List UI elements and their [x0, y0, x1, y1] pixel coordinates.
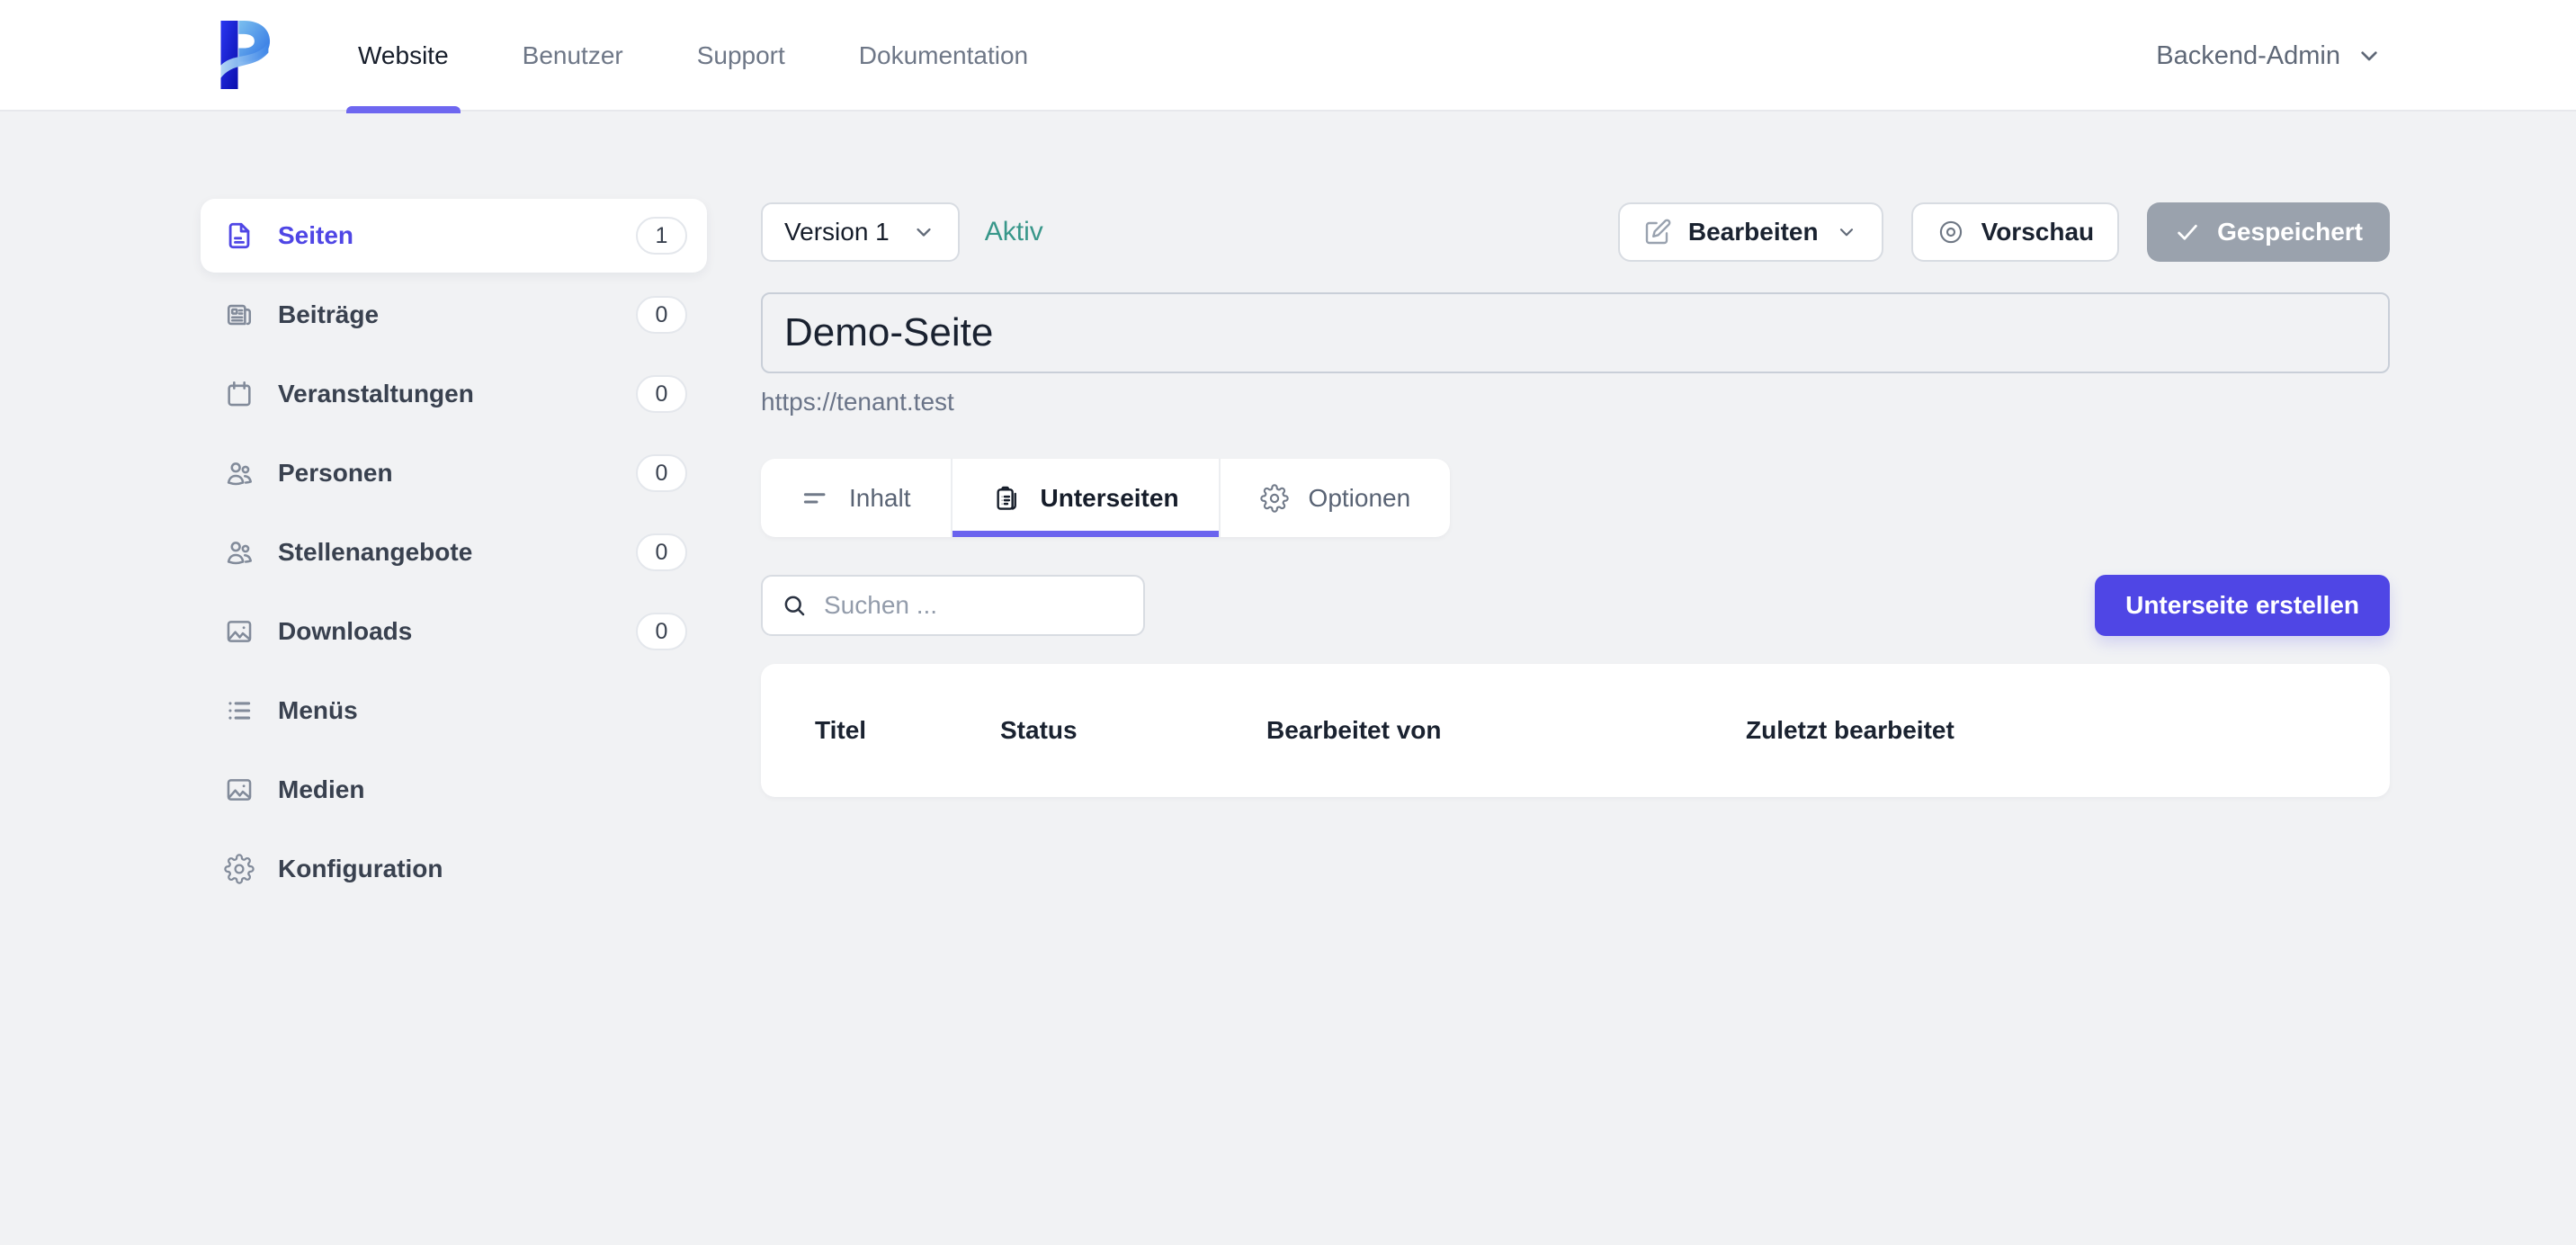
- sidebar-item-seiten[interactable]: Seiten 1: [201, 199, 707, 273]
- subpage-actions: Unterseite erstellen: [761, 575, 2390, 636]
- count-badge: 1: [636, 217, 687, 255]
- count-badge: 0: [636, 296, 687, 334]
- tab-bar: Inhalt Unterseiten Optionen: [761, 459, 1450, 537]
- chevron-down-icon: [2355, 41, 2384, 70]
- users-icon: [224, 458, 255, 488]
- nav-item-label: Support: [697, 41, 785, 70]
- sidebar: Seiten 1 Beiträge 0 Veranstaltungen 0 Pe…: [201, 199, 707, 911]
- top-header: Website Benutzer Support Dokumentation B…: [0, 0, 2576, 112]
- sidebar-item-label: Veranstaltungen: [278, 380, 474, 408]
- newspaper-icon: [224, 300, 255, 330]
- tab-optionen[interactable]: Optionen: [1221, 459, 1451, 537]
- toolbar-actions: Bearbeiten Vorschau Gespeichert: [1618, 202, 2390, 262]
- sidebar-item-label: Beiträge: [278, 300, 379, 329]
- nav-item-label: Dokumentation: [859, 41, 1028, 70]
- sidebar-item-label: Medien: [278, 775, 364, 804]
- sidebar-item-menüs[interactable]: Menüs: [201, 674, 707, 748]
- count-badge: 0: [636, 375, 687, 413]
- sidebar-item-personen[interactable]: Personen 0: [201, 436, 707, 510]
- tab-label: Optionen: [1309, 484, 1411, 513]
- edit-square-icon: [1643, 218, 1672, 246]
- count-badge: 0: [636, 454, 687, 492]
- preview-button[interactable]: Vorschau: [1911, 202, 2120, 262]
- main-nav: Website Benutzer Support Dokumentation: [358, 0, 1028, 112]
- nav-item-support[interactable]: Support: [697, 0, 785, 112]
- sidebar-item-stellenangebote[interactable]: Stellenangebote 0: [201, 515, 707, 589]
- create-subpage-button[interactable]: Unterseite erstellen: [2095, 575, 2390, 636]
- search-input[interactable]: [824, 591, 1125, 620]
- edit-button-label: Bearbeiten: [1688, 218, 1819, 246]
- sidebar-item-label: Menüs: [278, 696, 358, 725]
- clipboard-icon: [992, 484, 1021, 513]
- saved-button[interactable]: Gespeichert: [2147, 202, 2390, 262]
- user-menu[interactable]: Backend-Admin: [2156, 0, 2384, 112]
- calendar-icon: [224, 379, 255, 409]
- sidebar-item-beiträge[interactable]: Beiträge 0: [201, 278, 707, 352]
- eye-icon: [1936, 218, 1965, 246]
- search-icon: [781, 592, 808, 619]
- version-select[interactable]: Version 1: [761, 202, 960, 262]
- nav-item-website[interactable]: Website: [358, 0, 449, 112]
- page-title-input[interactable]: [761, 292, 2390, 373]
- nav-item-dokumentation[interactable]: Dokumentation: [859, 0, 1028, 112]
- gear-icon: [224, 854, 255, 884]
- image-icon: [224, 616, 255, 647]
- gear-icon: [1260, 484, 1289, 513]
- table-column-header: Zuletzt bearbeitet: [1746, 716, 2336, 745]
- chevron-down-icon: [1835, 220, 1858, 244]
- list-icon: [224, 695, 255, 726]
- nav-item-label: Benutzer: [523, 41, 623, 70]
- user-menu-label: Backend-Admin: [2156, 41, 2340, 71]
- sidebar-item-label: Personen: [278, 459, 393, 488]
- version-label: Version 1: [784, 218, 890, 246]
- table-header-row: TitelStatusBearbeitet vonZuletzt bearbei…: [761, 664, 2390, 797]
- subpages-table: TitelStatusBearbeitet vonZuletzt bearbei…: [761, 664, 2390, 797]
- sidebar-item-label: Seiten: [278, 221, 353, 250]
- tab-inhalt[interactable]: Inhalt: [761, 459, 953, 537]
- sidebar-item-label: Stellenangebote: [278, 538, 472, 567]
- count-badge: 0: [636, 613, 687, 650]
- users-icon: [224, 537, 255, 568]
- saved-button-label: Gespeichert: [2217, 218, 2363, 246]
- count-badge: 0: [636, 533, 687, 571]
- sidebar-item-downloads[interactable]: Downloads 0: [201, 595, 707, 668]
- tab-label: Unterseiten: [1041, 484, 1179, 513]
- tab-label: Inhalt: [849, 484, 911, 513]
- check-icon: [2174, 219, 2201, 246]
- chevron-down-icon: [911, 219, 936, 245]
- image-icon: [224, 775, 255, 805]
- nav-item-label: Website: [358, 41, 449, 70]
- search-box: [761, 575, 1145, 636]
- page-toolbar: Version 1 Aktiv Bearbeiten Vorschau Gesp…: [761, 202, 2390, 262]
- page-url: https://tenant.test: [761, 388, 2390, 416]
- edit-button[interactable]: Bearbeiten: [1618, 202, 1883, 262]
- document-icon: [224, 220, 255, 251]
- lines-icon: [801, 484, 829, 513]
- status-badge: Aktiv: [985, 217, 1043, 247]
- tab-unterseiten[interactable]: Unterseiten: [953, 459, 1221, 537]
- main-content: Version 1 Aktiv Bearbeiten Vorschau Gesp…: [761, 202, 2390, 797]
- table-column-header: Titel: [815, 716, 1000, 745]
- nav-item-benutzer[interactable]: Benutzer: [523, 0, 623, 112]
- preview-button-label: Vorschau: [1981, 218, 2095, 246]
- sidebar-item-medien[interactable]: Medien: [201, 753, 707, 827]
- table-column-header: Bearbeitet von: [1266, 716, 1746, 745]
- sidebar-item-label: Downloads: [278, 617, 412, 646]
- table-column-header: Status: [1000, 716, 1266, 745]
- sidebar-item-label: Konfiguration: [278, 855, 443, 883]
- app-logo[interactable]: [198, 16, 282, 94]
- sidebar-item-konfiguration[interactable]: Konfiguration: [201, 832, 707, 906]
- sidebar-item-veranstaltungen[interactable]: Veranstaltungen 0: [201, 357, 707, 431]
